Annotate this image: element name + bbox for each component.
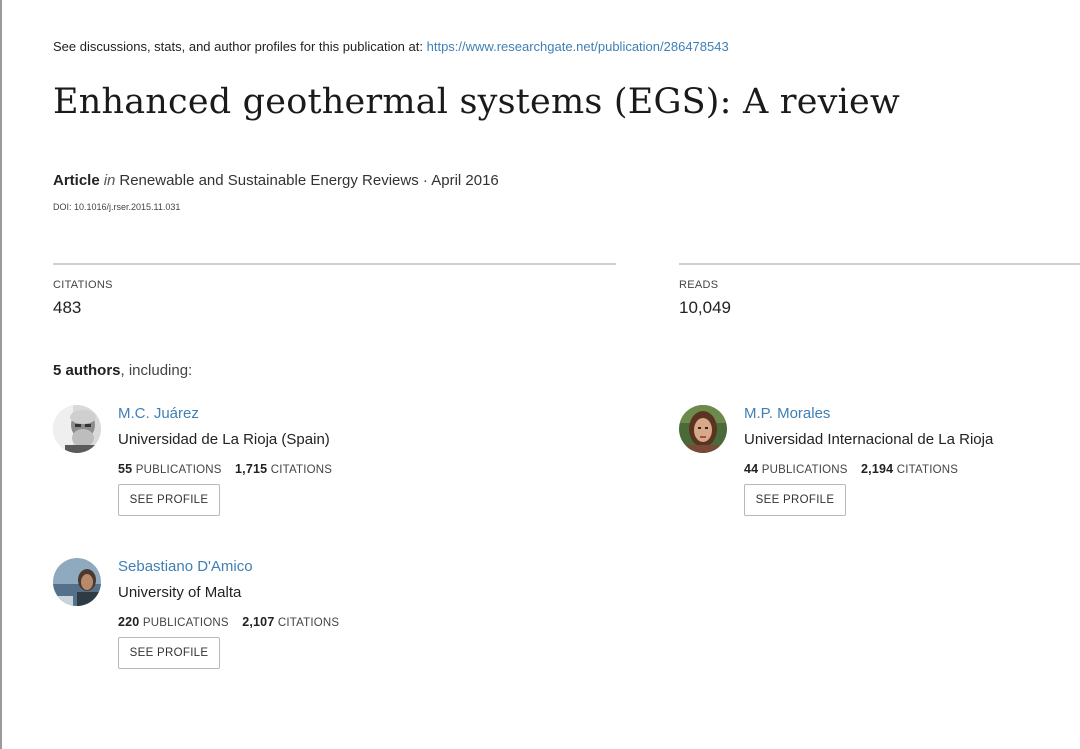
citations-label: CITATIONS <box>896 464 959 476</box>
author-stats: 44 PUBLICATIONS 2,194 CITATIONS <box>744 462 958 476</box>
avatar[interactable] <box>53 558 101 606</box>
source-prefix: See discussions, stats, and author profi… <box>53 39 423 54</box>
citations-count: 1,715 <box>235 462 268 476</box>
reads-value: 10,049 <box>679 298 731 317</box>
author-stats: 55 PUBLICATIONS 1,715 CITATIONS <box>118 462 332 476</box>
publications-count: 44 <box>744 462 759 476</box>
publication-link[interactable]: https://www.researchgate.net/publication… <box>427 39 729 54</box>
author-card: Sebastiano D'Amico University of Malta 2… <box>53 558 453 688</box>
reads-divider <box>679 263 1080 265</box>
see-profile-button[interactable]: SEE PROFILE <box>118 637 220 669</box>
citations-label: CITATIONS <box>277 617 340 629</box>
publication-type: Article <box>53 172 100 189</box>
journal-date: Renewable and Sustainable Energy Reviews… <box>119 172 499 189</box>
source-line: See discussions, stats, and author profi… <box>53 39 729 54</box>
authors-count: 5 authors <box>53 362 121 379</box>
citations-count: 2,107 <box>242 615 275 629</box>
author-name-link[interactable]: M.C. Juárez <box>118 405 199 422</box>
page-left-border <box>0 0 2 749</box>
avatar[interactable] <box>679 405 727 453</box>
author-institution: University of Malta <box>118 584 242 601</box>
publications-count: 55 <box>118 462 133 476</box>
citations-divider <box>53 263 616 265</box>
see-profile-button[interactable]: SEE PROFILE <box>118 484 220 516</box>
citations-label: CITATIONS <box>270 464 333 476</box>
author-name-link[interactable]: Sebastiano D'Amico <box>118 558 253 575</box>
reads-label: READS <box>679 279 719 291</box>
authors-heading: 5 authors, including: <box>53 362 192 379</box>
author-stats: 220 PUBLICATIONS 2,107 CITATIONS <box>118 615 339 629</box>
doi: DOI: 10.1016/j.rser.2015.11.031 <box>53 202 181 212</box>
publications-label: PUBLICATIONS <box>135 464 222 476</box>
citations-label: CITATIONS <box>53 279 113 291</box>
publication-info: Article in Renewable and Sustainable Energ… <box>53 172 499 189</box>
author-institution: Universidad Internacional de La Rioja <box>744 431 994 448</box>
citations-count: 2,194 <box>861 462 894 476</box>
author-institution: Universidad de La Rioja (Spain) <box>118 431 330 448</box>
publication-title: Enhanced geothermal systems (EGS): A rev… <box>53 82 901 122</box>
author-card: M.P. Morales Universidad Internacional d… <box>679 405 1079 535</box>
author-name-link[interactable]: M.P. Morales <box>744 405 830 422</box>
publications-label: PUBLICATIONS <box>761 464 848 476</box>
see-profile-button[interactable]: SEE PROFILE <box>744 484 846 516</box>
in-word: in <box>103 172 116 189</box>
citations-value: 483 <box>53 298 82 317</box>
avatar[interactable] <box>53 405 101 453</box>
authors-suffix: , including: <box>120 362 193 379</box>
author-card: M.C. Juárez Universidad de La Rioja (Spa… <box>53 405 453 535</box>
publications-count: 220 <box>118 615 140 629</box>
publications-label: PUBLICATIONS <box>142 617 229 629</box>
